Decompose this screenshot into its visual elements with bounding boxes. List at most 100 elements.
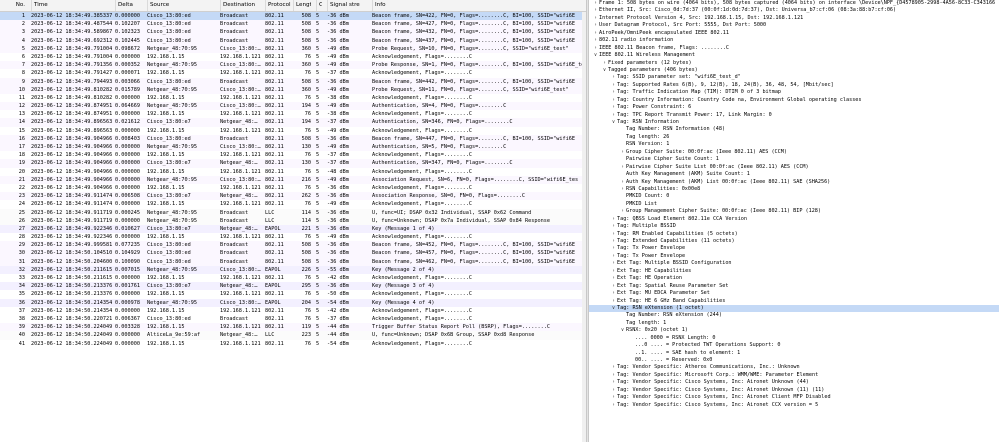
packet-row[interactable]: 2 2023-06-12 18:34:49.487544 0.102207 Cisco… (0, 20, 586, 29)
expand-arrow-icon[interactable]: › (610, 82, 617, 89)
packet-row[interactable]: 38 2023-06-12 18:34:50.220721 0.006367 Cisc… (0, 314, 586, 324)
packet-row[interactable]: 12 2023-06-12 18:34:49.874951 0.064669 Netg… (0, 102, 586, 111)
detail-tree-row[interactable]: › Fixed parameters (12 bytes) (589, 60, 999, 67)
detail-tree-row[interactable]: ∨ Tagged parameters (406 bytes) (589, 67, 999, 74)
expand-arrow-icon[interactable]: › (610, 387, 617, 394)
expand-arrow-icon[interactable]: › (610, 364, 617, 371)
detail-tree-row[interactable]: Auth Key Management (AKM) Suite Count: 1 (589, 171, 999, 178)
detail-tree-row[interactable]: › Frame 1: 508 bytes on wire (4064 bits),… (589, 0, 999, 7)
packet-row[interactable]: 20 2023-06-12 18:34:49.904966 0.000000 192.… (0, 167, 586, 176)
expand-arrow-icon[interactable]: › (610, 394, 617, 401)
packet-row[interactable]: 39 2023-06-12 18:34:50.224049 0.003328 192.… (0, 323, 586, 332)
expand-arrow-icon[interactable]: › (610, 260, 617, 267)
detail-tree-row[interactable]: Pairwise Cipher Suite Count: 1 (589, 156, 999, 163)
detail-tree-row[interactable]: › Tag: Traffic Indication Map (TIM): DTIM… (589, 89, 999, 96)
expand-arrow-icon[interactable]: › (610, 216, 617, 223)
expand-arrow-icon[interactable]: › (610, 238, 617, 245)
column-header-signal[interactable]: Signal stre (327, 0, 367, 11)
packet-row[interactable]: 6 2023-06-12 18:34:49.791004 0.000000 192.1… (0, 52, 586, 62)
packet-row[interactable]: 26 2023-06-12 18:34:49.911719 0.000000 Netg… (0, 216, 586, 225)
detail-tree-row[interactable]: › Tag: SSID parameter set: "wifi6E_test_d… (589, 74, 999, 81)
detail-tree-row[interactable]: ...0 .... = Protected TWT Operations Sup… (589, 342, 999, 349)
detail-tree-row[interactable]: › Ext Tag: HE Capabilities (589, 268, 999, 275)
detail-tree-row[interactable]: › Tag: Vendor Specific: Cisco Systems, In… (589, 379, 999, 386)
packet-row[interactable]: 15 2023-06-12 18:34:49.896563 0.000000 192.… (0, 126, 586, 135)
detail-tree-row[interactable]: .... 0000 = RSNX Length: 0 (589, 335, 999, 342)
detail-tree-row[interactable]: › Ext Tag: Multiple BSSID Configuration (589, 260, 999, 267)
expand-arrow-icon[interactable]: › (619, 149, 626, 156)
packet-row[interactable]: 33 2023-06-12 18:34:50.211615 0.000000 192.… (0, 274, 586, 283)
packet-row[interactable]: 11 2023-06-12 18:34:49.810282 0.000000 192.… (0, 93, 586, 103)
column-header-length[interactable]: Length (293, 0, 311, 11)
packet-row[interactable]: 1 2023-06-12 18:34:49.385337 0.000000 Cisco… (0, 12, 586, 21)
column-header-no[interactable]: No. (1, 0, 25, 11)
expand-arrow-icon[interactable]: › (610, 223, 617, 230)
packet-row[interactable]: 28 2023-06-12 18:34:49.922346 0.000000 192.… (0, 233, 586, 242)
detail-tree-row[interactable]: PMKID List (589, 201, 999, 208)
expand-arrow-icon[interactable]: › (610, 74, 617, 81)
detail-tree-row[interactable]: RSN Version: 1 (589, 141, 999, 148)
packet-row[interactable]: 34 2023-06-12 18:34:50.213376 0.001761 Cisc… (0, 282, 586, 291)
expand-arrow-icon[interactable]: › (592, 0, 599, 7)
detail-tree-row[interactable]: Tag Number: RSN Information (48) (589, 126, 999, 133)
expand-arrow-icon[interactable]: › (610, 379, 617, 386)
packet-row[interactable]: 35 2023-06-12 18:34:50.213376 0.000000 192.… (0, 290, 586, 299)
collapse-arrow-icon[interactable]: ∨ (601, 67, 608, 74)
expand-arrow-icon[interactable]: › (610, 112, 617, 119)
packet-row[interactable]: 25 2023-06-12 18:34:49.911719 0.000245 Netg… (0, 208, 586, 217)
expand-arrow-icon[interactable]: › (601, 60, 608, 67)
detail-tree-row[interactable]: › Tag: TPC Report Transmit Power: 17, Lin… (589, 112, 999, 119)
expand-arrow-icon[interactable]: › (592, 7, 599, 14)
detail-tree-row[interactable]: › Internet Protocol Version 4, Src: 192.1… (589, 15, 999, 22)
expand-arrow-icon[interactable]: › (610, 298, 617, 305)
detail-tree-row[interactable]: Tag length: 26 (589, 134, 999, 141)
packet-row[interactable]: 29 2023-06-12 18:34:49.999581 0.077235 Cisc… (0, 241, 586, 250)
detail-tree-row[interactable]: › Tag: Tx Power Envelope (589, 253, 999, 260)
column-header-protocol[interactable]: Protocol (265, 0, 293, 11)
detail-tree-row[interactable]: › Tag: Tx Power Envelope (589, 245, 999, 252)
detail-tree-row[interactable]: › Tag: QBSS Load Element 802.11e CCA Vers… (589, 216, 999, 223)
packet-row[interactable]: 16 2023-06-12 18:34:49.904966 0.008403 Cisc… (0, 134, 586, 143)
packet-row[interactable]: 31 2023-06-12 18:34:50.204600 0.100090 Cisc… (0, 257, 586, 266)
packet-row[interactable]: 5 2023-06-12 18:34:49.791004 0.098672 Netge… (0, 44, 586, 53)
packet-row[interactable]: 32 2023-06-12 18:34:50.211615 0.007015 Netg… (0, 265, 586, 274)
expand-arrow-icon[interactable]: › (592, 22, 599, 29)
expand-arrow-icon[interactable]: › (619, 208, 626, 215)
detail-tree-row[interactable]: › Ext Tag: MU EDCA Parameter Set (589, 290, 999, 297)
detail-tree-row[interactable]: Tag length: 1 (589, 320, 999, 327)
packet-row[interactable]: 41 2023-06-12 18:34:50.224049 0.000000 192.… (0, 339, 586, 348)
packet-row[interactable]: 40 2023-06-12 18:34:50.224049 0.000000 Alti… (0, 331, 586, 340)
packet-row[interactable]: 24 2023-06-12 18:34:49.911474 0.000000 192.… (0, 200, 586, 209)
detail-tree-row[interactable]: › Ext Tag: HE 6 GHz Band Capabilities (589, 298, 999, 305)
detail-tree-row[interactable]: › Tag: Vendor Specific: Cisco Systems, In… (589, 402, 999, 409)
expand-arrow-icon[interactable]: › (610, 372, 617, 379)
column-header-source[interactable]: Source (147, 0, 219, 11)
packet-row[interactable]: 30 2023-06-12 18:34:50.104510 0.104929 Cisc… (0, 249, 586, 258)
expand-arrow-icon[interactable]: › (610, 275, 617, 282)
column-header-time[interactable]: Time (31, 0, 113, 11)
detail-tree-row[interactable]: PMKID Count: 0 (589, 193, 999, 200)
detail-tree-row[interactable]: › 802.11 radio information (589, 37, 999, 44)
detail-tree-row[interactable]: › Tag: Vendor Specific: Microsoft Corp.: … (589, 372, 999, 379)
expand-arrow-icon[interactable]: › (610, 245, 617, 252)
detail-tree-row[interactable]: › Tag: RM Enabled Capabilities (5 octets) (589, 231, 999, 238)
detail-tree-row[interactable]: › Tag: Multiple BSSID (589, 223, 999, 230)
packet-row[interactable]: 7 2023-06-12 18:34:49.791356 0.000352 Netge… (0, 61, 586, 70)
expand-arrow-icon[interactable]: › (610, 253, 617, 260)
detail-tree-row[interactable]: › Pairwise Cipher Suite List 00:0f:ac (Ie… (589, 164, 999, 171)
packet-row[interactable]: 23 2023-06-12 18:34:49.911474 0.006508 Cisc… (0, 192, 586, 201)
detail-tree-row[interactable]: › Tag: Vendor Specific: Atheros Communica… (589, 364, 999, 371)
collapse-arrow-icon[interactable]: ∨ (610, 305, 617, 312)
packet-row[interactable]: 3 2023-06-12 18:34:49.589867 0.102323 Cisco… (0, 28, 586, 37)
detail-tree-row[interactable]: › Group Cipher Suite: 00:0f:ac (Ieee 802.… (589, 149, 999, 156)
detail-tree-row[interactable]: 00.. .... = Reserved: 0x0 (589, 357, 999, 364)
column-header-channel[interactable]: Channel (316, 0, 322, 11)
detail-tree-row[interactable]: › Tag: Vendor Specific: Cisco Systems, In… (589, 394, 999, 401)
detail-tree-row[interactable]: › User Datagram Protocol, Src Port: 5555,… (589, 22, 999, 29)
packet-row[interactable]: 22 2023-06-12 18:34:49.904966 0.000000 192.… (0, 183, 586, 193)
detail-tree-row[interactable]: › IEEE 802.11 Beacon frame, Flags: ......… (589, 45, 999, 52)
packet-row[interactable]: 9 2023-06-12 18:34:49.794493 0.003066 Cisco… (0, 77, 586, 86)
expand-arrow-icon[interactable]: › (619, 164, 626, 171)
detail-tree-row[interactable]: ∨ RSNX: 0x20 (octet 1) (589, 327, 999, 334)
packet-row[interactable]: 10 2023-06-12 18:34:49.810282 0.015789 Netg… (0, 85, 586, 94)
